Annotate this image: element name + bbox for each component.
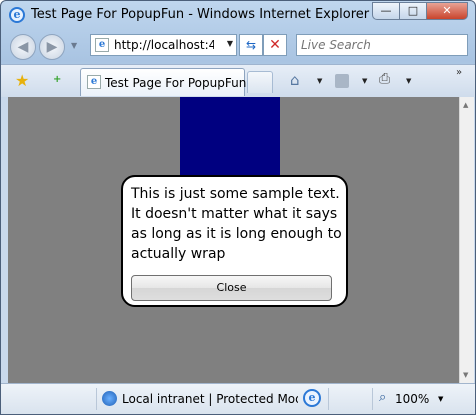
print-dropdown-icon[interactable]: ▼ [406,77,411,85]
search-input[interactable] [297,35,467,55]
address-dropdown-icon[interactable]: ▼ [227,39,233,48]
status-divider [96,388,97,410]
close-window-button[interactable]: ✕ [426,2,468,20]
add-plus-icon: + [53,74,62,85]
feeds-icon[interactable] [335,74,349,88]
recent-pages-dropdown-icon[interactable]: ▼ [71,41,77,50]
zoom-dropdown-icon[interactable]: ▼ [438,395,443,403]
page-icon: e [95,38,109,52]
maximize-button[interactable]: □ [399,2,426,20]
protected-mode-icon[interactable]: e [303,389,321,407]
more-commands-icon[interactable]: » [456,67,462,78]
security-zone-text[interactable]: Local intranet | Protected Mode: Off [122,392,298,406]
zoom-level[interactable]: 100% [395,392,429,406]
intranet-globe-icon [102,391,117,406]
vertical-scrollbar[interactable]: ▲ ▼ [459,97,474,383]
tab-page-icon: e [87,75,101,89]
new-tab-button[interactable] [247,71,273,93]
status-divider [328,388,329,410]
title-bar: e Test Page For PopupFun - Windows Inter… [1,1,475,29]
scroll-up-icon[interactable]: ▲ [463,101,468,109]
ie-logo-icon: e [9,7,25,23]
minimize-button[interactable]: — [372,2,399,20]
address-text[interactable]: http://localhost:419 [114,38,214,52]
tab-row: ★ + e Test Page For PopupFun ⌂ ▼ ▼ ⎙ ▼ » [1,64,475,97]
window-title: Test Page For PopupFun - Windows Interne… [31,7,370,22]
scroll-down-icon[interactable]: ▼ [463,371,468,379]
page-content: This is just some sample text. It doesn'… [8,97,459,383]
stop-button[interactable]: ✕ [263,34,287,56]
status-divider [372,388,373,410]
status-bar: Local intranet | Protected Mode: Off e ⌕… [1,383,475,414]
tab-title: Test Page For PopupFun [105,76,247,90]
home-icon[interactable]: ⌂ [290,71,300,89]
back-button[interactable]: ◀ [10,34,36,60]
home-dropdown-icon[interactable]: ▼ [317,77,322,85]
forward-button[interactable]: ▶ [39,34,65,60]
search-box[interactable] [296,34,468,56]
popup-close-button[interactable]: Close [131,275,332,301]
ie-window: e Test Page For PopupFun - Windows Inter… [0,0,476,415]
address-bar[interactable]: e http://localhost:419 ▼ [90,34,237,56]
popup-message: This is just some sample text. It doesn'… [131,186,342,262]
refresh-button[interactable]: ⇆ [239,34,263,56]
feeds-dropdown-icon[interactable]: ▼ [362,77,367,85]
print-icon[interactable]: ⎙ [379,71,390,87]
popup-dialog: This is just some sample text. It doesn'… [121,175,348,307]
zoom-icon[interactable]: ⌕ [379,390,386,405]
window-controls: — □ ✕ [372,2,468,20]
favorites-star-icon[interactable]: ★ [15,71,29,90]
tab-test-page[interactable]: e Test Page For PopupFun [80,68,247,96]
